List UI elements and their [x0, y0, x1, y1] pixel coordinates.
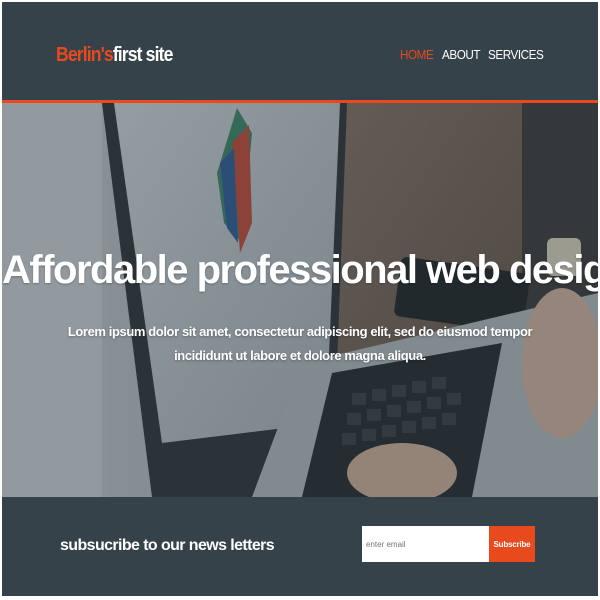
newsletter-section: subsucribe to our news letters Subscribe — [2, 497, 598, 596]
nav-about-link[interactable]: ABOUT — [442, 46, 481, 64]
site-header: Berlin'sfirst site HOME ABOUT SERVICES — [2, 2, 598, 103]
email-input[interactable] — [362, 526, 489, 562]
main-nav: HOME ABOUT SERVICES — [0, 46, 598, 64]
nav-services-link[interactable]: SERVICES — [488, 46, 544, 64]
nav-home-link[interactable]: HOME — [400, 46, 434, 64]
hero-showcase: Affordable professional web design Lorem… — [2, 103, 598, 497]
newsletter-heading: subsucribe to our news letters — [60, 537, 275, 554]
hero-title: Affordable professional web design — [2, 247, 598, 292]
hero-dark-overlay — [2, 103, 598, 497]
subscribe-button[interactable]: Subscribe — [489, 526, 535, 562]
page-frame: Berlin'sfirst site HOME ABOUT SERVICES A… — [0, 0, 600, 600]
hero-description: Lorem ipsum dolor sit amet, consectetur … — [67, 324, 533, 363]
